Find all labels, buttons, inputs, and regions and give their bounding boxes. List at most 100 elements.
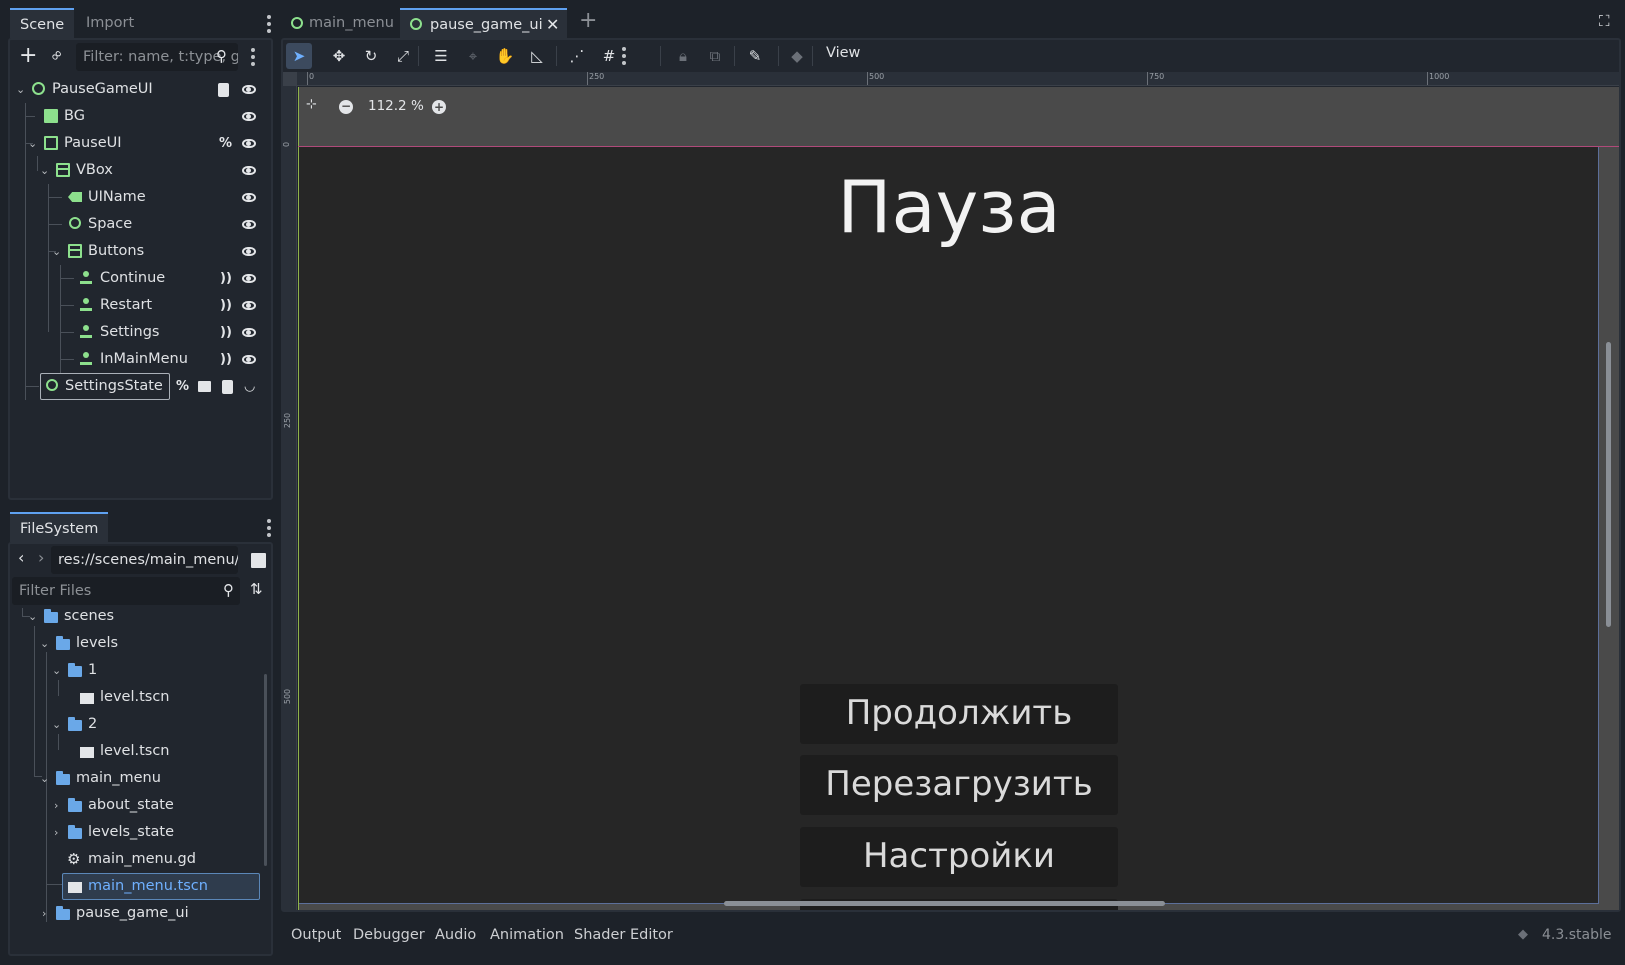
tab-filesystem[interactable]: FileSystem	[10, 512, 109, 542]
move-tool-icon[interactable]: ✥	[326, 43, 352, 69]
signal-icon[interactable]: ))	[220, 319, 232, 346]
signal-icon[interactable]: ))	[220, 265, 232, 292]
forward-icon[interactable]: ›	[38, 548, 44, 567]
tree-item-buttons[interactable]: ⌄ Buttons	[10, 238, 271, 265]
file-level-tscn-2[interactable]: level.tscn	[10, 738, 260, 765]
distraction-free-icon[interactable]: ⛶	[1599, 12, 1610, 30]
group-icon[interactable]: ⧉	[702, 43, 728, 69]
tab-main-menu[interactable]: main_menu	[283, 8, 404, 38]
chevron-down-icon[interactable]: ⌄	[28, 603, 40, 630]
chevron-down-icon[interactable]: ⌄	[16, 76, 28, 103]
scene-filter-input[interactable]: Filter: name, t:type, g	[76, 43, 238, 71]
tree-item-pausegameui[interactable]: ⌄ PauseGameUI	[10, 76, 271, 103]
ruler-tool-icon[interactable]: ◺	[524, 43, 550, 69]
scene-dock-menu-icon[interactable]	[267, 15, 271, 36]
visibility-eye-icon[interactable]	[242, 85, 256, 94]
chevron-right-icon[interactable]: ›	[54, 792, 66, 819]
chevron-down-icon[interactable]: ⌄	[52, 657, 64, 684]
link-icon[interactable]: ∞	[45, 44, 67, 66]
sort-icon[interactable]: ⇅	[250, 580, 263, 598]
skeleton-bone-icon[interactable]: ✎	[742, 43, 768, 69]
tab-audio[interactable]: Audio	[435, 927, 476, 943]
tree-item-space[interactable]: Space	[10, 211, 271, 238]
visibility-eye-icon[interactable]	[242, 193, 256, 202]
canvas-viewport[interactable]: ⊹ − 112.2 % + Пауза Продолжить Перезагру…	[298, 87, 1619, 910]
visibility-eye-icon[interactable]	[242, 328, 256, 337]
tree-item-restart[interactable]: Restart ))	[10, 292, 271, 319]
file-level-tscn-1[interactable]: level.tscn	[10, 684, 260, 711]
close-icon[interactable]: ✕	[546, 10, 559, 40]
visibility-eye-icon[interactable]	[242, 247, 256, 256]
filter-files-input[interactable]: Filter Files	[12, 577, 240, 605]
visibility-eye-icon[interactable]	[242, 139, 256, 148]
tab-shader-editor[interactable]: Shader Editor	[574, 927, 673, 943]
folder-levels[interactable]: ⌄ levels	[10, 630, 260, 657]
visibility-eye-icon[interactable]	[242, 274, 256, 283]
snap-options-icon[interactable]	[622, 47, 626, 68]
view-toggle-icon[interactable]	[251, 553, 266, 568]
file-main-menu-tscn[interactable]: main_menu.tscn	[10, 873, 260, 900]
tab-import[interactable]: Import	[76, 8, 144, 38]
tree-item-settings[interactable]: Settings ))	[10, 319, 271, 346]
tab-pause-game-ui[interactable]: pause_game_ui ✕	[400, 8, 567, 38]
view-menu[interactable]: View	[826, 45, 860, 61]
tree-item-continue[interactable]: Continue ))	[10, 265, 271, 292]
restart-button[interactable]: Перезагрузить	[800, 755, 1118, 815]
visibility-eye-icon[interactable]	[242, 166, 256, 175]
smart-snap-icon[interactable]: ⋰	[564, 43, 590, 69]
zoom-level[interactable]: 112.2 %	[368, 98, 424, 114]
chevron-down-icon[interactable]: ⌄	[28, 130, 40, 157]
signal-icon[interactable]: ))	[220, 292, 232, 319]
vertical-scrollbar[interactable]	[1606, 342, 1611, 627]
visibility-toggle-icon[interactable]: ◡	[244, 373, 255, 400]
folder-pause-game-ui[interactable]: › pause_game_ui	[10, 900, 260, 927]
grid-snap-icon[interactable]: #	[596, 43, 622, 69]
chevron-down-icon[interactable]: ⌄	[40, 765, 52, 792]
tab-animation[interactable]: Animation	[490, 927, 564, 943]
rotate-tool-icon[interactable]: ↻	[358, 43, 384, 69]
list-select-icon[interactable]: ☰	[428, 43, 454, 69]
visibility-eye-icon[interactable]	[242, 112, 256, 121]
zoom-out-icon[interactable]: −	[339, 100, 353, 114]
scale-tool-icon[interactable]: ⤢	[390, 43, 416, 69]
tab-scene[interactable]: Scene	[10, 8, 75, 38]
tab-debugger[interactable]: Debugger	[353, 927, 425, 943]
zoom-in-icon[interactable]: +	[432, 100, 446, 114]
tree-item-bg[interactable]: BG	[10, 103, 271, 130]
script-icon[interactable]	[222, 380, 233, 394]
chevron-right-icon[interactable]: ›	[54, 819, 66, 846]
chevron-right-icon[interactable]: ›	[42, 900, 54, 927]
add-node-icon[interactable]: +	[19, 43, 37, 68]
settings-button[interactable]: Настройки	[800, 827, 1118, 887]
tab-output[interactable]: Output	[291, 927, 341, 943]
folder-scenes[interactable]: ⌄ scenes	[10, 603, 260, 630]
tree-item-inmainmenu[interactable]: InMainMenu ))	[10, 346, 271, 373]
pivot-tool-icon[interactable]: ⌖	[460, 43, 486, 69]
unique-name-icon[interactable]: %	[219, 130, 232, 157]
chevron-down-icon[interactable]: ⌄	[40, 630, 52, 657]
visibility-eye-icon[interactable]	[242, 220, 256, 229]
folder-1[interactable]: ⌄ 1	[10, 657, 260, 684]
center-view-icon[interactable]: ⊹	[306, 97, 317, 112]
select-tool-icon[interactable]: ➤	[286, 43, 312, 69]
new-scene-tab-icon[interactable]: +	[579, 8, 597, 33]
path-field[interactable]: res://scenes/main_menu/m	[51, 546, 238, 574]
tree-item-pauseui[interactable]: ⌄ PauseUI %	[10, 130, 271, 157]
pan-tool-icon[interactable]: ✋	[492, 43, 518, 69]
tree-item-vbox[interactable]: ⌄ VBox	[10, 157, 271, 184]
file-main-menu-gd[interactable]: ⚙ main_menu.gd	[10, 846, 260, 873]
folder-levels-state[interactable]: › levels_state	[10, 819, 260, 846]
lock-icon[interactable]: 🔒︎	[670, 43, 696, 69]
visibility-eye-icon[interactable]	[242, 355, 256, 364]
folder-main-menu[interactable]: ⌄ main_menu	[10, 765, 260, 792]
back-icon[interactable]: ‹	[18, 548, 24, 567]
file-tree-scrollbar[interactable]	[264, 674, 267, 866]
tree-item-uiname[interactable]: UIName	[10, 184, 271, 211]
chevron-down-icon[interactable]: ⌄	[40, 157, 52, 184]
continue-button[interactable]: Продолжить	[800, 684, 1118, 744]
chevron-down-icon[interactable]: ⌄	[52, 238, 64, 265]
visibility-eye-icon[interactable]	[242, 301, 256, 310]
camera-override-icon[interactable]: ◆	[784, 43, 810, 69]
script-icon[interactable]	[218, 83, 229, 97]
signal-icon[interactable]: ))	[220, 346, 232, 373]
